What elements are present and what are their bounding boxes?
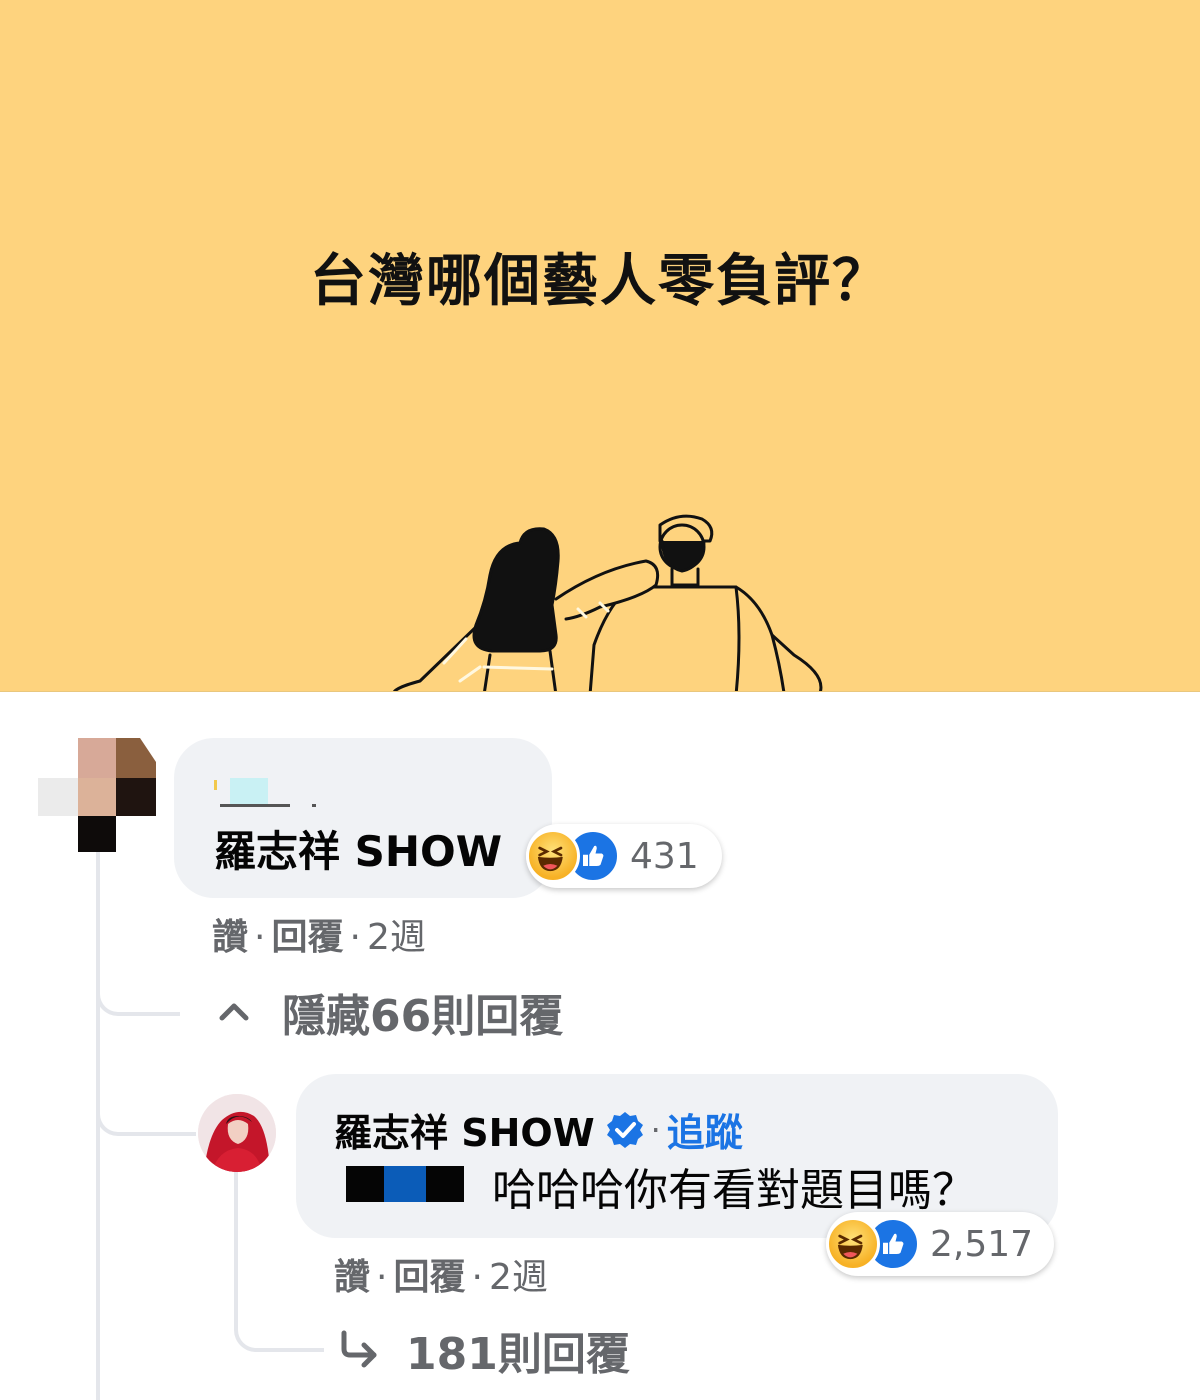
masked-author-name <box>214 778 316 807</box>
hide-replies-button[interactable]: 隱藏66則回覆 <box>214 980 563 1044</box>
view-replies-label: 181則回覆 <box>406 1329 630 1380</box>
avatar-masked[interactable] <box>38 738 156 852</box>
separator: · <box>349 917 361 958</box>
post-image-banner[interactable]: 台灣哪個藝人零負評？ <box>0 0 1200 692</box>
masked-mention <box>346 1166 464 1202</box>
two-people-illustration <box>393 514 823 691</box>
reply-arrow-icon <box>341 1330 377 1368</box>
post-question: 台灣哪個藝人零負評？ <box>310 249 890 314</box>
thread-connector-reply <box>96 1080 196 1136</box>
verified-badge-icon <box>606 1111 643 1148</box>
reply-button[interactable]: 回覆 <box>393 1257 465 1298</box>
thread-connector-hide <box>96 960 180 1016</box>
like-button[interactable]: 讚 <box>212 917 248 958</box>
separator: · <box>650 1110 661 1149</box>
view-replies-button[interactable]: 181則回覆 <box>336 1318 630 1382</box>
reply-button[interactable]: 回覆 <box>271 917 343 958</box>
like-button[interactable]: 讚 <box>334 1257 370 1298</box>
reaction-summary[interactable]: 431 <box>526 824 722 888</box>
haha-icon <box>526 829 580 883</box>
follow-button[interactable]: 追蹤 <box>667 1102 743 1157</box>
hide-replies-label: 隱藏66則回覆 <box>282 991 564 1042</box>
reply-header: 羅志祥 SHOW · 追蹤 <box>334 1102 743 1157</box>
reaction-count: 431 <box>630 835 699 877</box>
reply-actions: 讚 · 回覆 · 2週 <box>334 1248 548 1300</box>
reply-text: 哈哈哈你有看對題目嗎？ <box>492 1165 976 1216</box>
reaction-summary[interactable]: 2,517 <box>826 1212 1054 1276</box>
timestamp[interactable]: 2週 <box>367 917 426 958</box>
comment-text: 羅志祥 SHOW <box>214 827 503 876</box>
thread-connector-more <box>234 1296 324 1352</box>
timestamp[interactable]: 2週 <box>489 1257 548 1298</box>
author-name[interactable]: 羅志祥 SHOW <box>334 1102 595 1157</box>
separator: · <box>471 1257 483 1298</box>
avatar[interactable] <box>198 1094 276 1172</box>
separator: · <box>254 917 266 958</box>
reaction-count: 2,517 <box>930 1223 1034 1265</box>
comment-actions: 讚 · 回覆 · 2週 <box>212 908 426 960</box>
chevron-up-icon <box>219 1003 249 1021</box>
separator: · <box>376 1257 388 1298</box>
haha-icon <box>826 1217 880 1271</box>
